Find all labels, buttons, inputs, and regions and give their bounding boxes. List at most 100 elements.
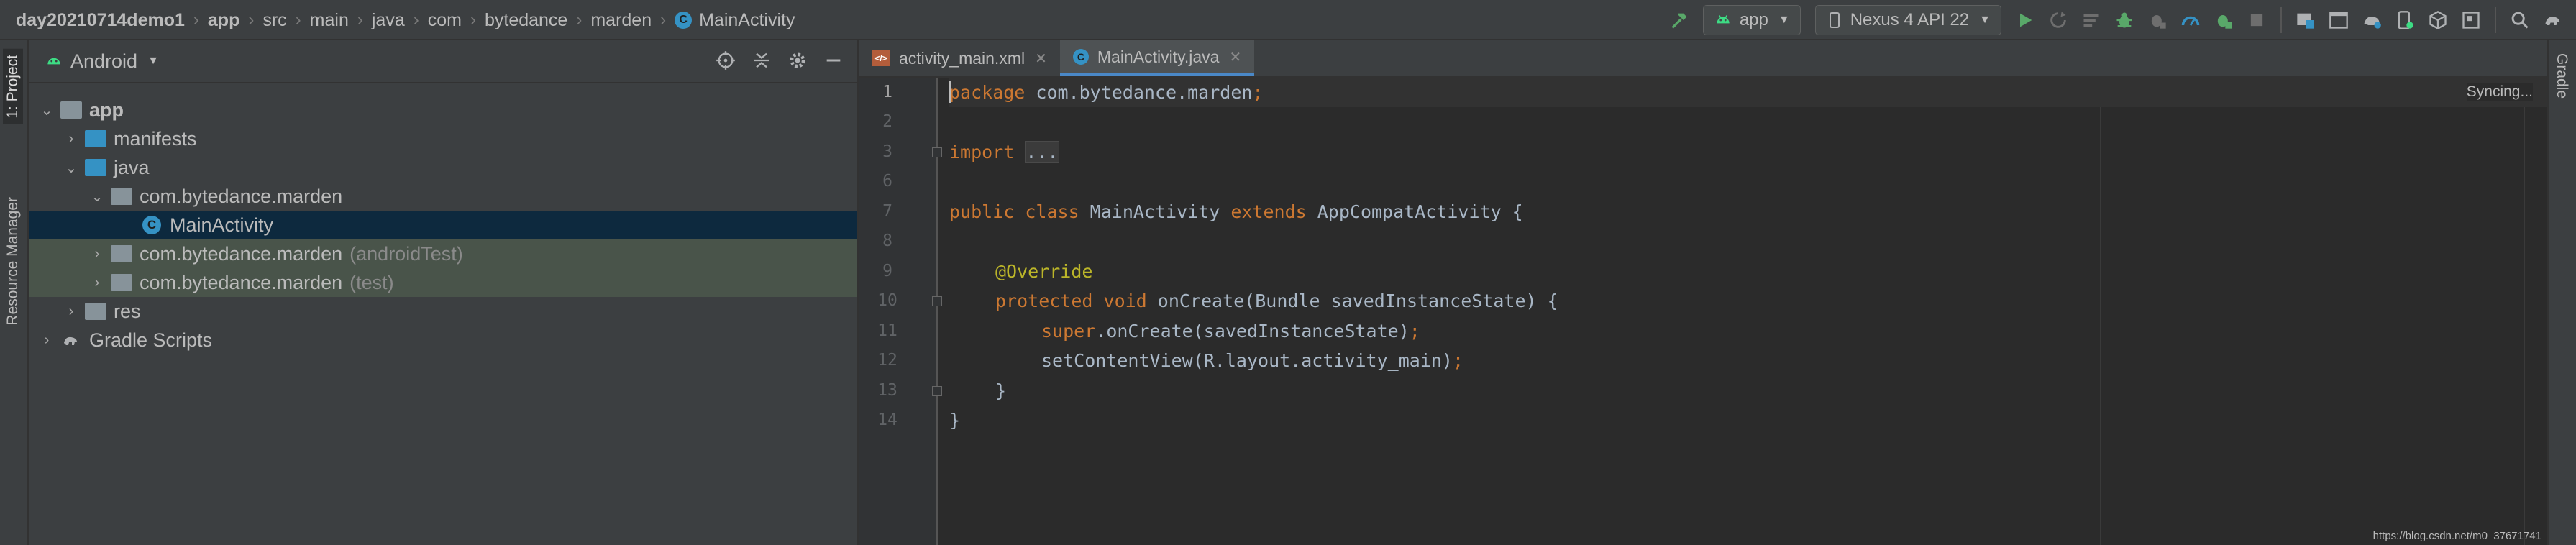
close-icon[interactable]: ✕: [1229, 48, 1241, 66]
line-number: 10: [877, 291, 898, 310]
xml-file-icon: </>: [872, 50, 890, 66]
chevron-right-icon: ›: [576, 10, 583, 29]
chevron-down-icon[interactable]: ⌄: [39, 101, 55, 119]
stop-icon[interactable]: [2242, 6, 2271, 35]
android-icon: [47, 58, 60, 65]
attach-process-icon[interactable]: [2209, 6, 2238, 35]
tree-item-mainactivity[interactable]: C MainActivity: [29, 211, 857, 239]
package-folder-icon: [111, 188, 132, 205]
chevron-right-icon: ›: [660, 10, 667, 29]
folder-icon: [85, 130, 106, 147]
debug-bug-icon[interactable]: [2110, 6, 2139, 35]
device-phone-icon: [1829, 12, 1840, 28]
sdk-manager-icon[interactable]: [2424, 6, 2452, 35]
sync-gradle-icon[interactable]: [2357, 6, 2386, 35]
project-structure-icon[interactable]: [2291, 6, 2320, 35]
breadcrumb-item[interactable]: com ›: [428, 10, 485, 31]
caret-down-icon: ▼: [1778, 14, 1790, 26]
tab-gradle[interactable]: Gradle: [2553, 53, 2570, 99]
breadcrumb-item[interactable]: bytedance ›: [485, 10, 590, 31]
folded-imports[interactable]: ...: [1025, 141, 1059, 163]
apply-changes-icon[interactable]: [2044, 6, 2073, 35]
gradle-elephant-icon: [64, 336, 77, 345]
device-select[interactable]: Nexus 4 API 22 ▼: [1814, 5, 2001, 35]
close-icon[interactable]: ✕: [1035, 50, 1047, 68]
breadcrumb: day20210714demo1 › app › src › main › java › …: [16, 0, 795, 40]
run-play-icon[interactable]: [2011, 6, 2040, 35]
code-line: import ...: [949, 141, 1059, 163]
line-number: 14: [877, 411, 898, 429]
chevron-right-icon[interactable]: ›: [89, 246, 105, 262]
chevron-right-icon[interactable]: ›: [63, 131, 79, 147]
code-line: public class MainActivity extends AppCom…: [949, 201, 1523, 222]
chevron-right-icon[interactable]: ›: [39, 332, 55, 349]
hammer-build-icon[interactable]: [1665, 6, 1694, 35]
watermark-text: https://blog.csdn.net/m0_37671741: [2372, 530, 2541, 542]
breadcrumb-item[interactable]: main ›: [310, 10, 372, 31]
class-c-icon: C: [1072, 49, 1089, 65]
tab-project[interactable]: 1: Project: [3, 49, 23, 124]
attach-debugger-icon[interactable]: [2143, 6, 2172, 35]
tab-activity-main-xml[interactable]: </> activity_main.xml ✕: [859, 40, 1060, 76]
tree-item-package-androidtest[interactable]: › com.bytedance.marden (androidTest): [29, 239, 857, 268]
breadcrumb-item[interactable]: marden ›: [590, 10, 675, 31]
chevron-right-icon[interactable]: ›: [63, 303, 79, 320]
chevron-right-icon[interactable]: ›: [89, 275, 105, 291]
chevron-right-icon: ›: [413, 10, 419, 29]
terminal-window-icon[interactable]: [2324, 6, 2353, 35]
toolbar-separator: [2280, 7, 2282, 33]
line-number: 2: [882, 112, 892, 131]
package-folder-icon: [111, 274, 132, 291]
breadcrumb-item-current[interactable]: C MainActivity: [675, 10, 795, 31]
locate-target-icon[interactable]: [711, 46, 740, 75]
breadcrumb-item[interactable]: java ›: [372, 10, 428, 31]
code-area[interactable]: package com.bytedance.marden; import ...…: [949, 78, 2547, 545]
view-mode-select[interactable]: Android: [70, 50, 137, 73]
line-number: 3: [882, 142, 892, 161]
class-c-icon: C: [675, 12, 693, 29]
breadcrumb-item[interactable]: day20210714demo1 ›: [16, 10, 208, 31]
restart-activity-icon[interactable]: [2077, 6, 2106, 35]
code-line: super.onCreate(savedInstanceState);: [1041, 321, 1420, 342]
profile-icon[interactable]: [2176, 6, 2205, 35]
tree-item-gradle-scripts[interactable]: › Gradle Scripts: [29, 326, 857, 354]
fold-marker-icon[interactable]: [932, 147, 942, 157]
editor-tabs: </> activity_main.xml ✕ C MainActivity.j…: [859, 40, 2547, 78]
fold-marker-icon[interactable]: [932, 386, 942, 396]
run-config-select[interactable]: app ▼: [1702, 5, 1801, 35]
gradle-elephant-icon[interactable]: [2539, 6, 2567, 35]
layout-inspector-icon[interactable]: [2457, 6, 2485, 35]
minimize-icon[interactable]: [819, 46, 848, 75]
chevron-down-icon[interactable]: ⌄: [89, 188, 105, 206]
right-tool-strip: Gradle: [2547, 40, 2576, 545]
chevron-down-icon[interactable]: ⌄: [63, 159, 79, 177]
tree-item-res[interactable]: › res: [29, 297, 857, 326]
fold-marker-icon[interactable]: [932, 296, 942, 306]
chevron-right-icon: ›: [357, 10, 363, 29]
tree-item-package[interactable]: ⌄ com.bytedance.marden: [29, 182, 857, 211]
search-icon[interactable]: [2506, 6, 2534, 35]
folder-icon: [85, 159, 106, 176]
avd-manager-icon[interactable]: [2390, 6, 2419, 35]
caret-down-icon[interactable]: ▼: [147, 55, 159, 68]
line-number: 8: [882, 232, 892, 250]
chevron-right-icon: ›: [193, 10, 199, 29]
android-icon: [1717, 15, 1730, 24]
breadcrumb-item[interactable]: src ›: [262, 10, 309, 31]
breadcrumb-item[interactable]: app ›: [208, 10, 262, 31]
tree-item-manifests[interactable]: › manifests: [29, 124, 857, 153]
tab-resource-manager[interactable]: Resource Manager: [3, 191, 23, 331]
navigation-bar: day20210714demo1 › app › src › main › java › …: [0, 0, 2576, 40]
tab-mainactivity-java[interactable]: C MainActivity.java ✕: [1059, 40, 1255, 76]
code-line: }: [949, 410, 961, 431]
line-number: 1: [882, 83, 892, 101]
project-tree: ⌄ app › manifests ⌄ java ⌄ com.bytedance…: [29, 96, 857, 354]
line-number-gutter: 1 2 3 6 7 8 9 10 11 12 13 14: [859, 78, 942, 545]
tree-item-package-test[interactable]: › com.bytedance.marden (test): [29, 268, 857, 297]
collapse-all-icon[interactable]: [747, 46, 776, 75]
module-folder-icon: [60, 101, 82, 119]
gear-icon[interactable]: [783, 46, 812, 75]
tree-item-java[interactable]: ⌄ java: [29, 153, 857, 182]
project-view-header: Android ▼: [29, 40, 857, 83]
tree-item-app[interactable]: ⌄ app: [29, 96, 857, 124]
